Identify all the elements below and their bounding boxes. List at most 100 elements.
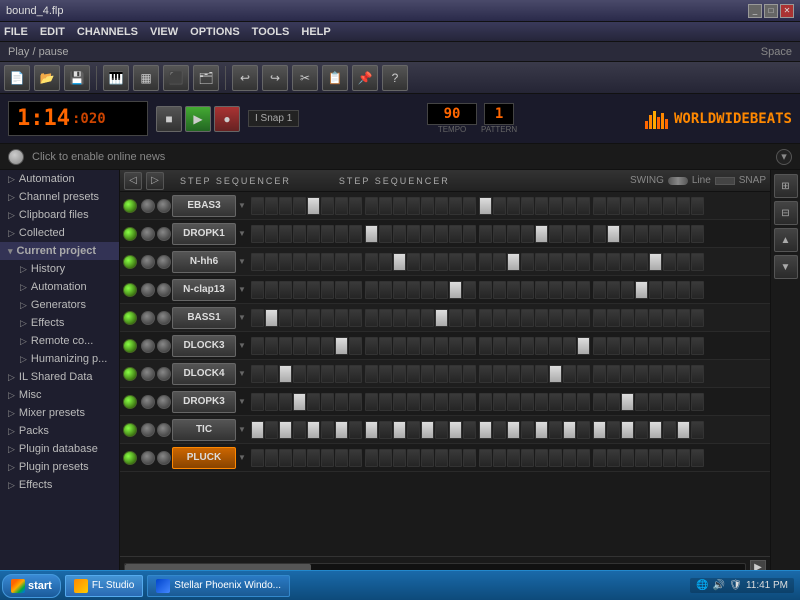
beat-button[interactable]	[577, 225, 590, 243]
row-knob-pan[interactable]	[157, 199, 171, 213]
stop-button[interactable]: ■	[156, 106, 182, 132]
beat-button[interactable]	[507, 393, 520, 411]
beat-button[interactable]	[593, 393, 606, 411]
beat-button[interactable]	[607, 309, 620, 327]
row-knob-pan[interactable]	[157, 339, 171, 353]
beat-button[interactable]	[577, 421, 590, 439]
beat-button[interactable]	[293, 225, 306, 243]
beat-button[interactable]	[335, 337, 348, 355]
sidebar-item-effects-bottom[interactable]: ▷ Effects	[0, 476, 119, 494]
beat-button[interactable]	[393, 337, 406, 355]
row-knob-volume[interactable]	[141, 451, 155, 465]
menu-view[interactable]: VIEW	[150, 26, 178, 38]
beat-button[interactable]	[379, 337, 392, 355]
beat-button[interactable]	[479, 393, 492, 411]
beat-button[interactable]	[563, 281, 576, 299]
beat-button[interactable]	[265, 309, 278, 327]
beat-button[interactable]	[393, 253, 406, 271]
beat-button[interactable]	[407, 421, 420, 439]
right-btn-1[interactable]: ⊞	[774, 174, 798, 198]
maximize-button[interactable]: □	[764, 4, 778, 18]
beat-button[interactable]	[535, 365, 548, 383]
beat-button[interactable]	[521, 225, 534, 243]
sidebar-item-automation-sub[interactable]: ▷ Automation	[0, 278, 119, 296]
beat-button[interactable]	[449, 449, 462, 467]
beat-button[interactable]	[535, 337, 548, 355]
track-options-arrow[interactable]: ▼	[238, 313, 246, 322]
beat-button[interactable]	[521, 393, 534, 411]
redo-button[interactable]: ↪	[262, 65, 288, 91]
beat-button[interactable]	[635, 393, 648, 411]
beat-button[interactable]	[407, 309, 420, 327]
beat-button[interactable]	[535, 449, 548, 467]
beat-button[interactable]	[577, 393, 590, 411]
beat-button[interactable]	[507, 421, 520, 439]
beat-button[interactable]	[335, 225, 348, 243]
beat-button[interactable]	[435, 337, 448, 355]
beat-button[interactable]	[691, 253, 704, 271]
track-name-button[interactable]: BASS1	[172, 307, 236, 329]
beat-button[interactable]	[421, 393, 434, 411]
row-knob-pan[interactable]	[157, 423, 171, 437]
track-options-arrow[interactable]: ▼	[238, 229, 246, 238]
beat-button[interactable]	[621, 449, 634, 467]
beat-button[interactable]	[449, 309, 462, 327]
menu-tools[interactable]: TOOLS	[252, 26, 290, 38]
beat-button[interactable]	[449, 281, 462, 299]
beat-button[interactable]	[635, 421, 648, 439]
beat-button[interactable]	[691, 197, 704, 215]
track-options-arrow[interactable]: ▼	[238, 369, 246, 378]
menu-edit[interactable]: EDIT	[40, 26, 65, 38]
beat-button[interactable]	[577, 253, 590, 271]
sidebar-item-plugin-database[interactable]: ▷ Plugin database	[0, 440, 119, 458]
track-options-arrow[interactable]: ▼	[238, 397, 246, 406]
row-knob-volume[interactable]	[141, 227, 155, 241]
beat-button[interactable]	[251, 421, 264, 439]
beat-button[interactable]	[607, 421, 620, 439]
beat-button[interactable]	[265, 449, 278, 467]
beat-button[interactable]	[265, 253, 278, 271]
close-button[interactable]: ✕	[780, 4, 794, 18]
beat-button[interactable]	[621, 393, 634, 411]
led-indicator[interactable]	[123, 227, 137, 241]
beat-button[interactable]	[321, 225, 334, 243]
beat-button[interactable]	[677, 421, 690, 439]
track-name-button[interactable]: DLOCK4	[172, 363, 236, 385]
sidebar-item-collected[interactable]: ▷ Collected	[0, 224, 119, 242]
sidebar-item-current-project[interactable]: ▾ Current project	[0, 242, 119, 260]
beat-button[interactable]	[493, 365, 506, 383]
news-text[interactable]: Click to enable online news	[32, 151, 165, 163]
sidebar-item-clipboard[interactable]: ▷ Clipboard files	[0, 206, 119, 224]
beat-button[interactable]	[421, 337, 434, 355]
beat-button[interactable]	[493, 225, 506, 243]
beat-button[interactable]	[577, 365, 590, 383]
track-options-arrow[interactable]: ▼	[238, 201, 246, 210]
beat-button[interactable]	[293, 365, 306, 383]
beat-button[interactable]	[521, 337, 534, 355]
beat-button[interactable]	[607, 337, 620, 355]
beat-button[interactable]	[607, 365, 620, 383]
led-indicator[interactable]	[123, 339, 137, 353]
beat-button[interactable]	[279, 253, 292, 271]
beat-button[interactable]	[251, 309, 264, 327]
sidebar-item-channel-presets[interactable]: ▷ Channel presets	[0, 188, 119, 206]
beat-button[interactable]	[321, 393, 334, 411]
sidebar-item-misc[interactable]: ▷ Misc	[0, 386, 119, 404]
beat-button[interactable]	[677, 281, 690, 299]
beat-button[interactable]	[435, 449, 448, 467]
beat-button[interactable]	[349, 393, 362, 411]
beat-button[interactable]	[663, 449, 676, 467]
track-name-button[interactable]: N-clap13	[172, 279, 236, 301]
beat-button[interactable]	[493, 421, 506, 439]
new-button[interactable]: 📄	[4, 65, 30, 91]
beat-button[interactable]	[535, 393, 548, 411]
sidebar-item-packs[interactable]: ▷ Packs	[0, 422, 119, 440]
beat-button[interactable]	[307, 393, 320, 411]
beat-button[interactable]	[621, 281, 634, 299]
beat-button[interactable]	[293, 197, 306, 215]
sidebar-item-remote[interactable]: ▷ Remote co...	[0, 332, 119, 350]
row-knob-volume[interactable]	[141, 199, 155, 213]
right-btn-3[interactable]: ▲	[774, 228, 798, 252]
beat-prev-button[interactable]: ◁	[124, 172, 142, 190]
beat-button[interactable]	[463, 309, 476, 327]
